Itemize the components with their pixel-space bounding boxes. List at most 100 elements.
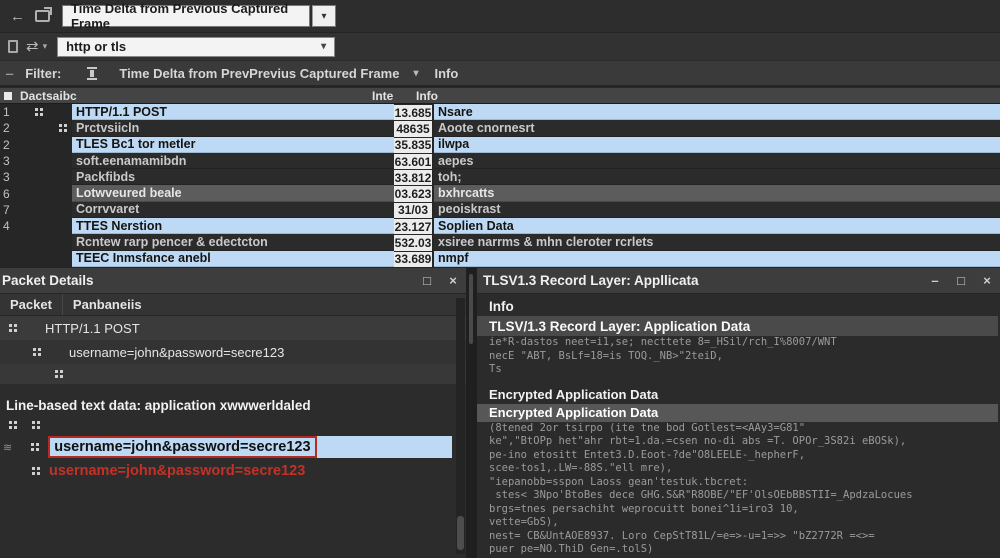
expand-grid-icon[interactable] (54, 369, 65, 379)
expand-grid-icon[interactable] (8, 323, 19, 333)
column-dropdown-button[interactable]: ▾ (312, 5, 336, 27)
tls-hex-line: vette=GbS), (489, 516, 559, 528)
packet-row[interactable]: 3 soft.eenamamibdn 63.601 aepes (0, 152, 1000, 170)
row-description: soft.eenamamibdn (72, 152, 394, 170)
packet-row[interactable]: 2 TLES Bc1 tor metler 35.835 ilwpa (0, 136, 1000, 153)
row-number: 1 (3, 105, 10, 120)
packet-row[interactable]: 7 Corrvvaret 31/03 peoiskrast (0, 201, 1000, 219)
row-time: 31/03 (394, 201, 432, 219)
tree-row-http[interactable]: HTTP/1.1 POST (0, 316, 466, 340)
display-filter-value: http or tls (66, 39, 127, 54)
tls-hex-line: scee-tos1,.LW=-88S."ell mre), (489, 462, 673, 474)
expand-grid-icon[interactable] (58, 123, 69, 133)
packet-row[interactable]: 4 TTES Nerstion 23.127 Soplien Data (0, 218, 1000, 235)
tls-hex-line: ie*R-dastos neet=i1,se; necttete 8=_HSil… (489, 336, 837, 348)
tls-record-header[interactable]: TLSV/1.3 Record Layer: Application Data (477, 316, 998, 336)
tree-row-empty[interactable] (0, 364, 466, 384)
details-tabs: Packet Panbaneiis (0, 294, 466, 316)
packet-row[interactable]: 2 Prctvsiicln 48635 Aoote cnornesrt (0, 120, 1000, 137)
expand-grid-icon[interactable] (32, 347, 43, 357)
bookmark-icon[interactable]: ⇄ (26, 39, 39, 54)
chevron-down-icon[interactable]: ▾ (43, 41, 48, 52)
row-info: Nsare (434, 104, 1000, 121)
row-time: 35.835 (394, 136, 432, 153)
expand-grid-icon[interactable] (31, 466, 42, 476)
header-description[interactable]: Dactsaibc (20, 89, 372, 103)
chevron-down-icon[interactable]: ▾ (413, 68, 418, 79)
tree-row-credentials[interactable]: username=john&password=secre123 (0, 340, 466, 364)
row-description: Rcntew rarp pencer & edectcton (72, 234, 394, 251)
tls-hex-line: puer pe=NO.ThiD Gen=.tolS) (489, 543, 654, 555)
line-based-data-label: Line-based text data: application xwwwer… (6, 398, 311, 413)
row-number: 2 (3, 121, 10, 136)
tab-parameters[interactable]: Panbaneiis (63, 294, 152, 315)
tls-hex-line: Ts (489, 363, 502, 375)
details-scrollbar[interactable] (456, 298, 465, 554)
row-description: TEEC Inmsfance anebl (72, 250, 394, 267)
row-number (0, 234, 26, 250)
packet-list: Dactsaibc Inte Info 1 HTTP/1.1 POST 13.6… (0, 88, 1000, 268)
expand-grid-icon[interactable] (8, 420, 19, 430)
row-info: nmpf (434, 250, 1000, 267)
row-info: toh; (434, 169, 1000, 186)
display-filter-input[interactable]: http or tls ▾ (57, 36, 336, 57)
row-info: xsiree narrms & mhn cleroter rcrlets (434, 234, 1000, 251)
tree-row-label: HTTP/1.1 POST (45, 320, 140, 336)
red-credential-row[interactable]: username=john&password=secre123 (0, 459, 466, 483)
row-number: 2 (3, 137, 10, 152)
expand-grid-icon[interactable] (34, 107, 45, 117)
tls-record-panel: TLSV1.3 Record Layer: Appllicata – □ × I… (477, 268, 1000, 558)
filter-column-value[interactable]: Time Delta from PrevPrevius Captured Fra… (119, 66, 399, 81)
toolbar-filter: ⇄ ▾ http or tls ▾ (0, 32, 1000, 60)
minimize-icon[interactable]: – (922, 273, 948, 288)
tls-hex-line: "iepanobb=sspon Laoss gean'testuk.tbcret… (489, 475, 749, 488)
tab-packet[interactable]: Packet (0, 294, 62, 315)
chevron-down-icon: ▾ (321, 10, 327, 22)
expand-grid-icon[interactable] (30, 442, 41, 452)
row-number: 7 (3, 202, 10, 217)
square-icon (4, 91, 12, 100)
red-credential-text: username=john&password=secre123 (49, 463, 306, 479)
header-info[interactable]: Info (416, 89, 1000, 103)
details-title-bar[interactable]: Packet Details □ × (0, 268, 466, 294)
chevron-down-icon[interactable]: ▾ (321, 41, 326, 52)
packet-list-header[interactable]: Dactsaibc Inte Info (0, 88, 1000, 104)
packet-row[interactable]: 3 Packfibds 33.812 toh; (0, 169, 1000, 186)
header-time[interactable]: Inte (372, 89, 410, 103)
close-icon[interactable]: × (974, 273, 1000, 288)
row-info: Soplien Data (434, 218, 1000, 235)
tls-hex-line: nest= CB&UntAOE8937. Loro CepStT81L/=e=>… (489, 529, 875, 542)
tls-info-label: Info (489, 298, 514, 314)
tree-icon-row (0, 417, 466, 433)
row-description: TLES Bc1 tor metler (72, 136, 394, 153)
file-icon[interactable] (8, 40, 18, 53)
packet-row[interactable]: Rcntew rarp pencer & edectcton 532.03 xs… (0, 234, 1000, 251)
packet-row[interactable]: TEEC Inmsfance anebl 33.689 nmpf (0, 250, 1000, 267)
collapse-dash-icon[interactable]: ‒ (6, 66, 13, 81)
encrypted-data-selected[interactable]: Encrypted Application Data (477, 403, 998, 422)
row-number: 4 (3, 219, 10, 234)
close-icon[interactable]: × (440, 273, 466, 288)
row-time: 13.685 (394, 104, 432, 121)
packet-row[interactable]: 1 HTTP/1.1 POST 13.685 Nsare (0, 104, 1000, 121)
column-dropdown[interactable]: Time Delta from Previous Captured Frame (62, 1, 310, 31)
scrollbar-thumb[interactable] (457, 516, 464, 550)
packet-row[interactable]: 6 Lotwveured beale 03.623 bxhrcatts (0, 185, 1000, 202)
back-arrow-icon[interactable]: ← (10, 9, 25, 24)
filter-bobbin-icon[interactable] (87, 66, 98, 80)
row-info: ilwpa (434, 136, 1000, 153)
selected-credential-row[interactable]: ≋ username=john&password=secre123 (0, 435, 466, 459)
expand-grid-icon[interactable] (31, 420, 42, 430)
equals-icon: ≋ (3, 441, 13, 454)
row-description: Lotwveured beale (72, 185, 394, 202)
export-icon[interactable] (35, 7, 52, 22)
row-time: 532.03 (394, 234, 432, 251)
tls-hex-line: necE "ABT, BsLf=18=is TOQ._NB>"2teiD, (489, 349, 723, 362)
tls-title-bar[interactable]: TLSV1.3 Record Layer: Appllicata – □ × (477, 268, 1000, 294)
row-description: Packfibds (72, 169, 394, 186)
maximize-icon[interactable]: □ (414, 273, 440, 288)
maximize-icon[interactable]: □ (948, 273, 974, 288)
panel-divider[interactable] (466, 268, 477, 558)
tls-hex-line: (8tened 2or tsirpo (ite tne bod Gotlest=… (489, 421, 806, 434)
row-number (0, 251, 26, 267)
